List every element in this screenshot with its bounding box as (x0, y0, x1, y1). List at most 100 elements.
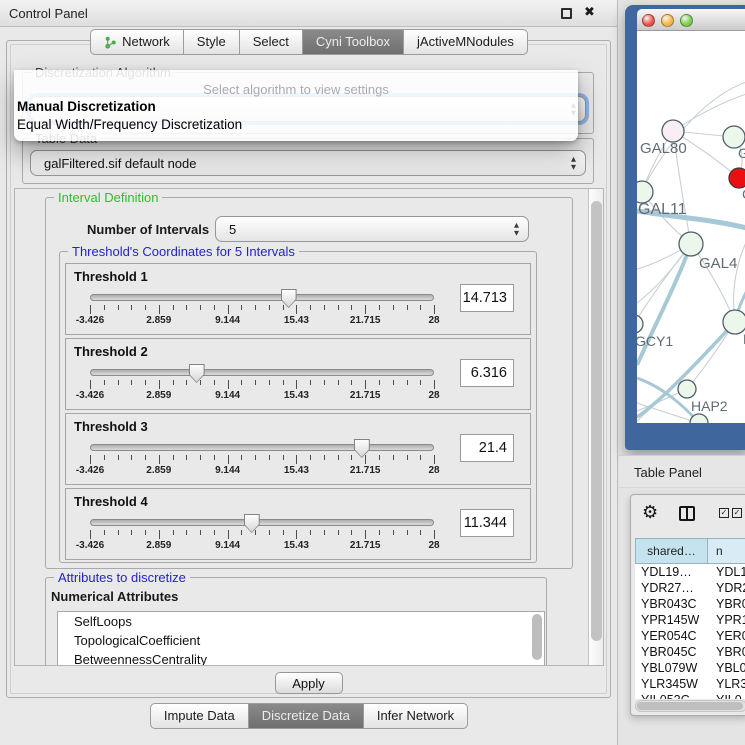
bottom-tab-infer-network[interactable]: Infer Network (364, 703, 468, 729)
number-of-intervals-combobox[interactable]: 5 ▲▼ (215, 216, 529, 242)
algorithm-option-equal-width[interactable]: Equal Width/Frequency Discretization (16, 117, 576, 134)
scale-tick-label: 21.715 (350, 390, 381, 401)
scale-tick-label: 21.715 (350, 465, 381, 476)
tab-style[interactable]: Style (184, 29, 240, 55)
bottom-tab-impute-data[interactable]: Impute Data (150, 703, 249, 729)
cell-shared-name: YDL19… (635, 564, 708, 580)
threshold-value-input[interactable] (460, 284, 514, 312)
threshold-value-input[interactable] (460, 509, 514, 537)
scale-tick-label: 2.859 (146, 390, 171, 401)
bottom-tab-label: Impute Data (164, 704, 235, 728)
threshold-slider-track[interactable] (90, 444, 434, 451)
close-icon[interactable]: ✖ (584, 5, 595, 20)
threshold-value-input[interactable] (460, 434, 514, 462)
minimize-traffic-light[interactable] (661, 14, 674, 27)
top-tab-bar: Network StyleSelectCyni ToolboxjActiveMNo… (0, 29, 618, 55)
table-row[interactable]: YDL19…YDL1 (635, 564, 745, 580)
table-panel-title: Table Panel (634, 465, 702, 480)
column-header-name[interactable]: n (708, 538, 745, 564)
slider-tick-labels: -3.4262.8599.14415.4321.71528 (90, 540, 434, 552)
network-edge[interactable] (637, 244, 691, 324)
table-row[interactable]: YPR145WYPR1 (635, 612, 745, 628)
network-node-c[interactable] (729, 168, 745, 188)
bottom-tab-bar: Impute Data Discretize DataInfer Network (0, 703, 618, 729)
network-node-gal11[interactable] (637, 181, 653, 203)
scale-tick-label: 15.43 (284, 465, 309, 476)
apply-button[interactable]: Apply (275, 672, 343, 694)
network-window-titlebar (637, 9, 745, 31)
scale-tick-label: 28 (428, 465, 439, 476)
scale-tick-label: 28 (428, 315, 439, 326)
attribute-item[interactable]: SelfLoops (58, 612, 544, 631)
table-row[interactable]: YIL052CYIL0 (635, 692, 745, 699)
scale-tick-label: 2.859 (146, 315, 171, 326)
table-row[interactable]: YBR043CYBR0 (635, 596, 745, 612)
float-window-icon[interactable] (561, 8, 572, 19)
cell-shared-name: YER054C (635, 628, 708, 644)
tab-network[interactable]: Network (90, 29, 184, 55)
threshold-slider-track[interactable] (90, 369, 434, 376)
select-column-icon[interactable]: ✓ (732, 508, 742, 518)
split-view-icon[interactable] (679, 506, 695, 521)
attribute-item[interactable]: BetweennessCentrality (58, 650, 544, 666)
threshold-panel-2: Threshold 2-3.4262.8599.14415.4321.71528 (65, 338, 531, 410)
scale-tick-label: 9.144 (215, 465, 240, 476)
tab-label: Network (122, 30, 170, 54)
settings-vscrollbar-track[interactable] (588, 189, 603, 666)
network-node-gal80[interactable] (662, 120, 684, 142)
network-node-hap2[interactable] (678, 380, 696, 398)
table-data-combobox[interactable]: galFiltered.sif default node ▲▼ (30, 150, 586, 176)
attribute-item[interactable]: TopologicalCoefficient (58, 631, 544, 650)
table-row[interactable]: YER054CYER0 (635, 628, 745, 644)
table-row[interactable]: YBL079WYBL0 (635, 660, 745, 676)
zoom-traffic-light[interactable] (680, 14, 693, 27)
algorithm-placeholder: Select algorithm to view settings (14, 82, 578, 97)
network-node-h[interactable] (723, 310, 745, 334)
network-node-gcy1[interactable] (637, 315, 643, 333)
network-node-label: GAL80 (640, 140, 687, 157)
column-header-shared-name[interactable]: shared… (635, 538, 708, 564)
tab-select[interactable]: Select (240, 29, 303, 55)
network-node-label: GAL (738, 145, 745, 161)
interval-definition-label: Interval Definition (54, 190, 162, 205)
table-hscrollbar-track[interactable] (635, 700, 745, 712)
network-node-gal4[interactable] (679, 232, 703, 256)
scale-tick-label: -3.426 (76, 315, 104, 326)
close-traffic-light[interactable] (642, 14, 655, 27)
threshold-value-input[interactable] (460, 359, 514, 387)
scale-tick-label: 9.144 (215, 390, 240, 401)
network-node-label: GAL11 (638, 201, 687, 218)
table-row[interactable]: YBR045CYBR0 (635, 644, 745, 660)
bottom-tab-discretize-data[interactable]: Discretize Data (249, 703, 364, 729)
tab-jactivemnodules[interactable]: jActiveMNodules (404, 29, 528, 55)
settings-vscrollbar-thumb[interactable] (591, 201, 602, 641)
scale-tick-label: 15.43 (284, 315, 309, 326)
select-column-icon[interactable]: ✓ (719, 508, 729, 518)
network-node-label: GCY1 (637, 333, 673, 349)
table-hscrollbar-thumb[interactable] (637, 702, 743, 710)
network-canvas[interactable]: GAL80GALCGAL11GAL4GCY1HHAP2 (637, 31, 745, 423)
combo-arrows-icon: ▲▼ (571, 155, 576, 171)
combo-arrows-icon: ▲▼ (514, 221, 519, 237)
network-icon (104, 36, 117, 49)
attributes-scrollbar-thumb[interactable] (532, 614, 542, 660)
tab-cyni-toolbox[interactable]: Cyni Toolbox (303, 29, 404, 55)
table-row[interactable]: YLR345WYLR3 (635, 676, 745, 692)
threshold-label: Threshold 2 (74, 344, 148, 359)
scale-tick-label: 28 (428, 390, 439, 401)
algorithm-option-manual[interactable]: Manual Discretization (16, 99, 576, 116)
slider-tick-marks (90, 530, 434, 539)
threshold-label: Threshold 4 (74, 494, 148, 509)
threshold-slider-track[interactable] (90, 294, 434, 301)
cell-name: YBR0 (708, 596, 745, 612)
control-panel-titlebar: Control Panel ✖ (0, 0, 617, 27)
attributes-group-label: Attributes to discretize (54, 570, 190, 585)
network-view-window[interactable]: GAL80GALCGAL11GAL4GCY1HHAP2 (625, 5, 745, 450)
network-edge[interactable] (673, 93, 745, 131)
gear-icon[interactable]: ⚙ (642, 502, 658, 523)
cell-shared-name: YBL079W (635, 660, 708, 676)
threshold-slider-track[interactable] (90, 519, 434, 526)
table-row[interactable]: YDR27…YDR2 (635, 580, 745, 596)
thresholds-group-label: Threshold's Coordinates for 5 Intervals (68, 244, 299, 259)
slider-tick-labels: -3.4262.8599.14415.4321.71528 (90, 390, 434, 402)
